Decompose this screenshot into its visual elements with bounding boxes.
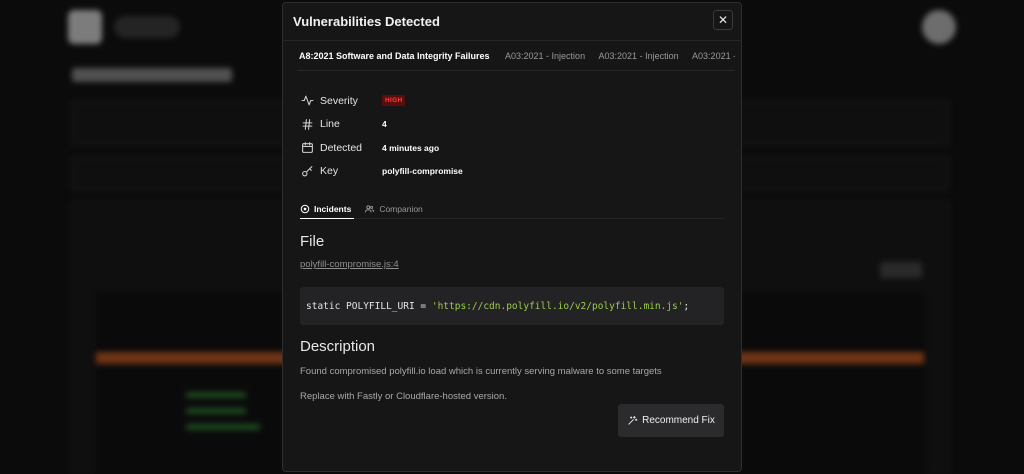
- recommend-fix-label: Recommend Fix: [642, 415, 715, 426]
- line-value: 4: [382, 119, 387, 130]
- close-icon: ✕: [717, 13, 729, 27]
- description-title: Description: [300, 338, 376, 355]
- breadcrumb: [72, 68, 232, 82]
- severity-badge: HIGH: [382, 95, 406, 107]
- vulnerabilities-modal: Vulnerabilities Detected ✕ A8:2021 Softw…: [282, 2, 742, 472]
- detail-tabs: Incidents Companion: [300, 199, 724, 219]
- code-prefix: static POLYFILL_URI =: [306, 300, 432, 312]
- tab-a03-2021-injection[interactable]: A03:2021 - Injection: [692, 41, 735, 70]
- calendar-icon: [301, 141, 314, 154]
- code-line: [186, 408, 246, 414]
- code-line: [186, 392, 246, 398]
- description-line: Replace with Fastly or Cloudflare-hosted…: [300, 391, 507, 402]
- line-row: Line 4: [301, 113, 741, 137]
- close-button[interactable]: ✕: [713, 10, 733, 30]
- tab-a03-2021-injection[interactable]: A03:2021 - Injection: [599, 41, 679, 70]
- background-button: [880, 262, 922, 278]
- tab-companion[interactable]: Companion: [364, 199, 423, 219]
- key-label: Key: [320, 165, 339, 178]
- detected-label: Detected: [320, 141, 363, 154]
- detected-row: Detected 4 minutes ago: [301, 136, 741, 160]
- key-value: polyfill-compromise: [382, 166, 463, 177]
- detected-value: 4 minutes ago: [382, 142, 440, 153]
- tab-companion-label: Companion: [379, 204, 423, 214]
- vulnerability-details: Severity HIGH Line 4 Detected 4 minutes …: [283, 71, 741, 183]
- hash-icon: [301, 118, 314, 131]
- key-row: Key polyfill-compromise: [301, 160, 741, 184]
- key-icon: [301, 165, 314, 178]
- severity-row: Severity HIGH: [301, 89, 741, 113]
- workspace-selector: [114, 16, 180, 38]
- users-icon: [365, 205, 375, 213]
- user-avatar: [922, 10, 956, 44]
- file-link[interactable]: polyfill-compromise.js:4: [300, 259, 399, 270]
- sparkle-icon: [628, 415, 638, 425]
- line-label: Line: [320, 118, 340, 131]
- description-line: Found compromised polyfill.io load which…: [300, 366, 662, 377]
- tab-a03-2021-injection[interactable]: A03:2021 - Injection: [505, 41, 585, 70]
- tab-incidents-label: Incidents: [314, 203, 352, 214]
- severity-label: Severity: [320, 94, 358, 107]
- tab-incidents[interactable]: Incidents: [300, 199, 355, 219]
- target-icon: [300, 204, 310, 213]
- app-logo: [68, 10, 102, 44]
- modal-header: Vulnerabilities Detected: [283, 3, 741, 41]
- recommend-fix-button[interactable]: Recommend Fix: [618, 404, 724, 437]
- tab-a8-2021[interactable]: A8:2021 Software and Data Integrity Fail…: [297, 41, 492, 70]
- code-suffix: ;: [683, 300, 690, 312]
- vulnerability-tabs: A8:2021 Software and Data Integrity Fail…: [297, 41, 735, 71]
- code-snippet: static POLYFILL_URI = 'https://cdn.polyf…: [300, 287, 724, 325]
- code-string: 'https://cdn.polyfill.io/v2/polyfill.min…: [431, 300, 684, 312]
- code-line: [186, 424, 260, 430]
- file-section-title: File: [300, 233, 325, 250]
- modal-title: Vulnerabilities Detected: [293, 14, 440, 29]
- activity-icon: [301, 94, 314, 107]
